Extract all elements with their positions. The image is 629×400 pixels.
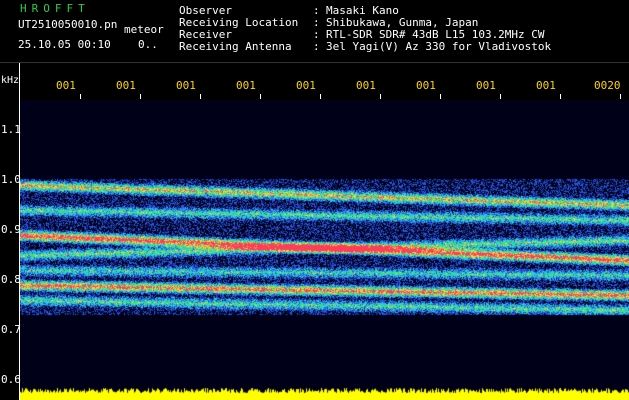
- y-tick-1-1: 1.1: [1, 123, 21, 136]
- header-divider: [0, 62, 629, 63]
- time-tick-mark: [440, 94, 441, 99]
- time-tick-mark: [80, 94, 81, 99]
- y-tick-0-7: 0.7: [1, 323, 21, 336]
- time-tick-4: 001: [236, 79, 256, 92]
- antenna-sep: :: [313, 40, 320, 53]
- spectrogram-waterfall: [20, 100, 629, 400]
- time-tick-5: 001: [296, 79, 316, 92]
- y-tick-0-8: 0.8: [1, 273, 21, 286]
- time-tick-mark: [560, 94, 561, 99]
- frequency-unit-label: kHz: [1, 75, 20, 86]
- time-tick-mark: [380, 94, 381, 99]
- hrofft-window: HROFFT UT2510050010.pn meteor 25.10.05 0…: [0, 0, 629, 400]
- time-tick-8: 001: [476, 79, 496, 92]
- file-name: UT2510050010.pn: [18, 18, 118, 31]
- antenna-label: Receiving Antenna: [179, 40, 292, 53]
- app-title: HROFFT: [20, 2, 90, 15]
- y-tick-0-6: 0.6: [1, 373, 21, 386]
- file-tag: meteor: [124, 23, 164, 36]
- time-tick-mark: [620, 94, 621, 99]
- time-tick-6: 001: [356, 79, 376, 92]
- time-tick-9: 001: [536, 79, 556, 92]
- time-tick-mark: [500, 94, 501, 99]
- time-tick-2: 001: [116, 79, 136, 92]
- time-tick-10: 0020: [594, 79, 621, 92]
- capture-datetime: 25.10.05 00:10: [18, 38, 111, 51]
- time-tick-mark: [260, 94, 261, 99]
- time-tick-1: 001: [56, 79, 76, 92]
- time-tick-7: 001: [416, 79, 436, 92]
- time-tick-mark: [140, 94, 141, 99]
- time-tick-3: 001: [176, 79, 196, 92]
- antenna-value: 3el Yagi(V) Az 330 for Vladivostok: [326, 40, 552, 53]
- detection-count: 0..: [138, 38, 158, 51]
- time-tick-mark: [320, 94, 321, 99]
- y-tick-0-9: 0.9: [1, 223, 21, 236]
- time-tick-mark: [200, 94, 201, 99]
- y-tick-1-0: 1.0: [1, 173, 21, 186]
